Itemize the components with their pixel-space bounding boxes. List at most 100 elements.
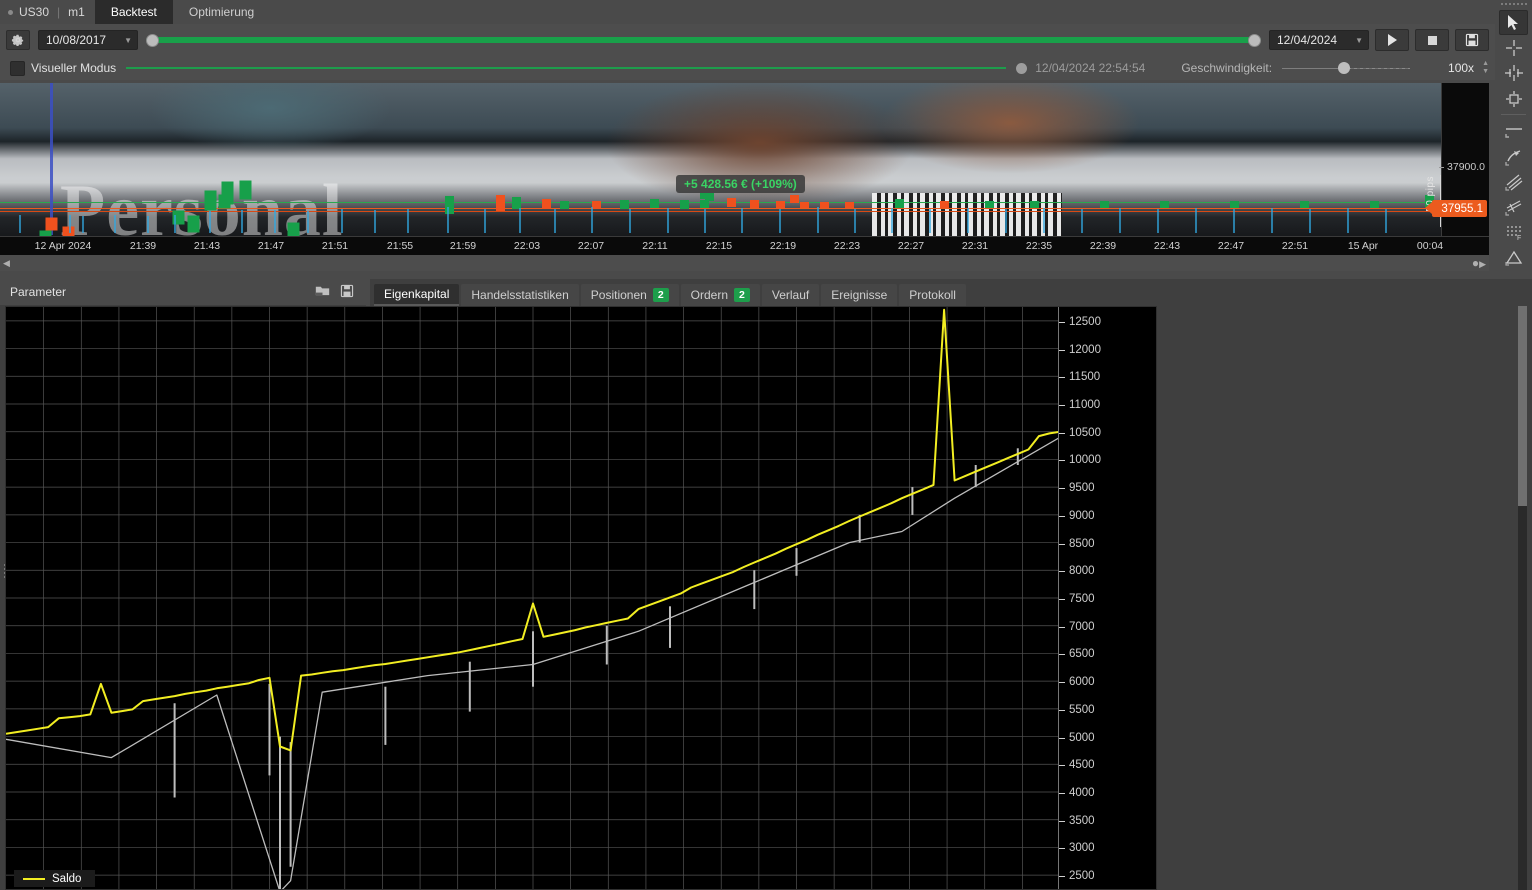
- time-axis-tick: 22:51: [1281, 240, 1309, 252]
- triangle-icon[interactable]: [1499, 246, 1528, 271]
- tab-label: Eigenkapital: [384, 287, 450, 301]
- stop-icon: [1427, 35, 1437, 45]
- speed-value: 100x: [1448, 61, 1475, 75]
- tab-label: Ereignisse: [831, 288, 888, 302]
- equity-chart[interactable]: 12500 12000 11500 11000 10500 10000 9500 9000 85…: [5, 306, 1157, 890]
- record-dot-icon: [8, 9, 13, 15]
- time-axis-tick: 15 Apr: [1347, 240, 1379, 252]
- time-axis-tick: 22:11: [642, 240, 668, 252]
- crop-glyph-icon: [1505, 90, 1522, 107]
- time-axis-tick: 12 Apr 2024: [34, 240, 92, 252]
- progress-knob[interactable]: [1016, 62, 1028, 74]
- tab-label: Handelsstatistiken: [471, 288, 569, 302]
- trendline-icon[interactable]: [1499, 144, 1528, 169]
- tab-eigenkapital[interactable]: Eigenkapital: [374, 284, 460, 306]
- date-range-slider[interactable]: [146, 30, 1261, 50]
- scroll-left-icon[interactable]: ◀: [3, 258, 10, 269]
- equity-y-axis[interactable]: 12500 12000 11500 11000 10500 10000 9500 9000 85…: [1058, 307, 1156, 889]
- date-to-input[interactable]: 12/04/2024 ▼: [1269, 30, 1369, 50]
- candlestick-cluster: [19, 193, 1434, 233]
- start-button[interactable]: [1375, 29, 1409, 51]
- time-axis-tick: 22:15: [705, 240, 733, 252]
- chevron-down-icon: ▼: [1355, 35, 1363, 45]
- equity-axis-tick: 8000: [1059, 565, 1095, 578]
- crop-icon[interactable]: [1499, 86, 1528, 111]
- timeframe-label: m1: [68, 5, 85, 19]
- visual-mode-checkbox[interactable]: [10, 60, 25, 76]
- time-axis-tick: 22:35: [1025, 240, 1053, 252]
- tab-verlauf[interactable]: Verlauf: [761, 284, 820, 306]
- grid-icon[interactable]: F: [1499, 220, 1528, 245]
- time-axis-tick: 21:39: [129, 240, 157, 252]
- tab-optimierung[interactable]: Optimierung: [172, 0, 271, 24]
- equity-axis-tick: 3500: [1059, 814, 1095, 827]
- settings-button[interactable]: [6, 30, 30, 50]
- speed-track-left: [1282, 67, 1339, 69]
- equity-plot-area[interactable]: [6, 307, 1061, 889]
- tab-backtest[interactable]: Backtest: [94, 0, 173, 24]
- date-from-input[interactable]: 10/08/2017 ▼: [38, 30, 138, 50]
- equity-axis-tick: 9000: [1059, 509, 1095, 522]
- speed-stepper[interactable]: ▲ ▼: [1482, 60, 1489, 75]
- channel-icon[interactable]: [1499, 169, 1528, 194]
- equity-axis-tick: 6500: [1059, 648, 1095, 661]
- equity-axis-tick: 4500: [1059, 759, 1095, 772]
- tab-ordern[interactable]: Ordern 2: [680, 284, 760, 306]
- equity-axis-tick: 11500: [1058, 371, 1101, 384]
- save-report-button[interactable]: [1455, 29, 1489, 51]
- time-axis-tick: 22:27: [897, 240, 925, 252]
- stop-button[interactable]: [1415, 29, 1449, 51]
- symbol-label: US30: [19, 5, 50, 19]
- current-timestamp: 12/04/2024 22:54:54: [1035, 61, 1146, 75]
- equity-axis-tick: 5500: [1059, 703, 1095, 716]
- legend-label: Saldo: [52, 872, 82, 885]
- price-chart-hscrollbar[interactable]: ◀ ●▶: [0, 255, 1489, 271]
- price-chart[interactable]: Personal +5 428.56 € (+109%) 50 pips 379…: [0, 83, 1489, 255]
- time-axis-tick: 22:47: [1217, 240, 1245, 252]
- results-vscrollbar-thumb[interactable]: [1518, 306, 1527, 506]
- toolbar-grip[interactable]: [1499, 2, 1528, 7]
- fibonacci-icon[interactable]: [1499, 195, 1528, 220]
- equity-axis-tick: 12000: [1059, 343, 1101, 356]
- floppy-disk-icon[interactable]: [340, 284, 354, 301]
- speed-knob[interactable]: [1338, 62, 1351, 74]
- symbol-tab[interactable]: US30 | m1: [0, 0, 95, 24]
- progress-line: [126, 67, 1007, 69]
- date-from-value: 10/08/2017: [46, 33, 107, 47]
- time-axis-tick: 22:43: [1153, 240, 1181, 252]
- crosshair-sync-icon[interactable]: [1499, 61, 1528, 86]
- date-range-knob-left[interactable]: [146, 33, 159, 47]
- tab-badge: 2: [734, 288, 750, 302]
- drawing-toolbar: F: [1495, 0, 1532, 271]
- tab-ereignisse[interactable]: Ereignisse: [821, 284, 898, 306]
- tab-protokoll[interactable]: Protokoll: [899, 284, 966, 306]
- time-axis[interactable]: 12 Apr 2024 21:39 21:43 21:47 21:51 21:5…: [0, 236, 1489, 255]
- channel-glyph-icon: [1504, 174, 1522, 191]
- equity-series-svg: [6, 307, 1061, 889]
- cursor-icon[interactable]: [1499, 9, 1528, 36]
- time-axis-tick: 22:39: [1089, 240, 1117, 252]
- tab-positionen[interactable]: Positionen 2: [580, 284, 679, 306]
- price-axis[interactable]: 37900.0 37850.0: [1439, 83, 1489, 255]
- date-range-knob-right[interactable]: [1248, 33, 1261, 47]
- horizontal-line-icon[interactable]: [1499, 118, 1528, 143]
- panel-title: Parameter: [10, 285, 67, 299]
- scroll-right-group[interactable]: ●▶: [1472, 256, 1486, 270]
- speed-track-right: [1348, 67, 1411, 69]
- equity-axis-tick: 9500: [1059, 482, 1095, 495]
- time-axis-tick: 22:19: [769, 240, 797, 252]
- svg-text:F: F: [1517, 235, 1521, 242]
- equity-axis-tick: 11000: [1058, 399, 1101, 411]
- folder-open-icon[interactable]: [315, 284, 330, 301]
- equity-axis-tick: 7000: [1059, 620, 1095, 633]
- equity-axis-tick: 7500: [1059, 593, 1095, 605]
- speed-slider[interactable]: [1282, 61, 1411, 75]
- gear-icon: [11, 34, 24, 46]
- time-axis-tick: 21:43: [193, 240, 221, 252]
- crosshair-icon[interactable]: [1499, 35, 1528, 60]
- equity-axis-tick: 10500: [1059, 426, 1101, 439]
- parameter-panel-header: Parameter: [0, 279, 366, 305]
- equity-axis-tick: 4000: [1059, 787, 1095, 799]
- chevron-down-icon: ▼: [124, 35, 132, 45]
- tab-handelsstatistiken[interactable]: Handelsstatistiken: [461, 284, 579, 306]
